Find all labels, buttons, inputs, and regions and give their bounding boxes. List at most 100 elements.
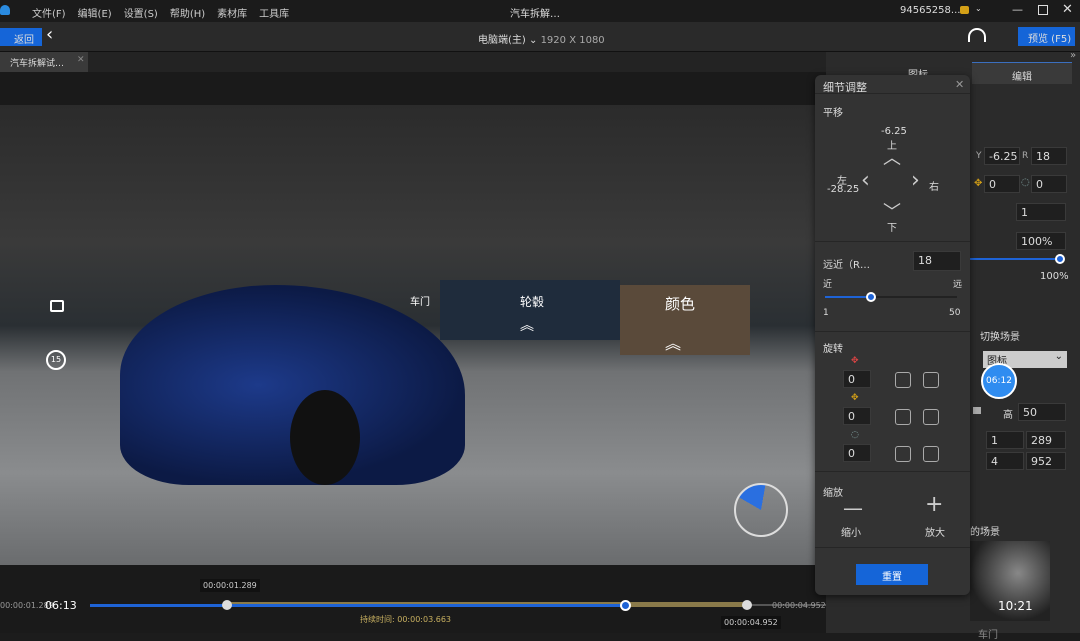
rotate-y-input[interactable]: 0 xyxy=(843,407,871,425)
reset-button[interactable]: 重置 xyxy=(856,564,928,585)
scene-viewport[interactable]: 15 车门 轮毂 ︽ 颜色 ︽ xyxy=(0,72,826,565)
hotspot-wheel[interactable]: 轮毂 xyxy=(520,293,544,310)
timeline: 00:00:01.289 06:13 00:00:01.289 00:00:04… xyxy=(0,565,826,633)
distance-slider-fill xyxy=(825,296,872,298)
row2-b[interactable]: 952 xyxy=(1026,452,1066,470)
tab-document[interactable]: 汽车拆解试… ✕ xyxy=(0,52,88,72)
menu-settings[interactable]: 设置(S) xyxy=(124,5,158,20)
rotate-z-input[interactable]: 0 xyxy=(843,444,871,462)
pan-section: 平移 -6.25 上 ︿ 左 -28.25 ‹ › 右 ﹀ 下 xyxy=(815,93,970,241)
pan-up-button[interactable]: ︿ xyxy=(883,144,901,170)
menu-file[interactable]: 文件(F) xyxy=(32,5,66,20)
timer-badge[interactable]: 06:12 xyxy=(981,363,1017,399)
rotate-y-ccw-button[interactable] xyxy=(895,409,911,425)
menu-tools[interactable]: 工具库 xyxy=(259,5,289,20)
menu-assets[interactable]: 素材库 xyxy=(217,5,247,20)
r-label: R xyxy=(1022,151,1029,161)
y-input[interactable]: -6.25 xyxy=(984,147,1020,165)
reset-section: 重置 xyxy=(815,547,970,595)
account-dropdown-icon[interactable]: ⌄ xyxy=(975,4,982,13)
distance-slider[interactable] xyxy=(825,292,957,302)
pan-left-button[interactable]: ‹ xyxy=(861,168,870,193)
near-label: 近 xyxy=(823,280,833,290)
count-input[interactable]: 1 xyxy=(1016,203,1066,221)
row1-a[interactable]: 1 xyxy=(986,431,1024,449)
back-button[interactable]: 返回 xyxy=(0,28,42,46)
height-input[interactable]: 50 xyxy=(1018,403,1066,421)
window-title: 汽车拆解… xyxy=(510,9,560,20)
detail-adjust-dialog: 细节调整 ✕ 平移 -6.25 上 ︿ 左 -28.25 ‹ › 右 ﹀ 下 远… xyxy=(815,75,970,595)
pan-right-button[interactable]: › xyxy=(911,168,920,193)
menu-edit[interactable]: 编辑(E) xyxy=(78,5,112,20)
rotate-y-cw-button[interactable] xyxy=(923,409,939,425)
document-tabs: 汽车拆解试… ✕ xyxy=(0,52,826,72)
hotspot-color[interactable]: 颜色 xyxy=(665,293,695,314)
tab-edit[interactable]: 编辑 xyxy=(972,62,1072,84)
device-label: 电脑端(主) xyxy=(478,35,526,46)
rotate-x-input[interactable]: 0 xyxy=(843,370,871,388)
opacity-slider[interactable] xyxy=(970,258,1060,260)
title-bar: 文件(F) 编辑(E) 设置(S) 帮助(H) 素材库 工具库 汽车拆解… 94… xyxy=(0,0,1080,22)
minimize-button[interactable]: — xyxy=(1012,3,1023,16)
rotate-z-ccw-button[interactable] xyxy=(895,446,911,462)
distance-input[interactable]: 18 xyxy=(913,251,961,271)
range-start-handle[interactable] xyxy=(222,600,232,610)
opacity-slider-handle[interactable] xyxy=(1055,254,1065,264)
dialog-close-button[interactable]: ✕ xyxy=(955,78,964,91)
rot-input-2[interactable]: 0 xyxy=(1031,175,1067,193)
hotspot-door[interactable]: 车门 xyxy=(410,293,430,308)
down-label: 下 xyxy=(887,223,897,234)
distance-slider-handle[interactable] xyxy=(866,292,877,302)
range-end-handle[interactable] xyxy=(742,600,752,610)
vip-badge-icon xyxy=(960,6,969,14)
scene-label: 的场景 xyxy=(970,527,1000,538)
device-select[interactable]: 电脑端(主) ⌄ 1920 X 1080 xyxy=(478,31,605,46)
opacity-input[interactable]: 100% xyxy=(1016,232,1066,250)
preview-button[interactable]: 预览 (F5) xyxy=(1018,27,1075,46)
far-label: 远 xyxy=(953,280,963,290)
collapse-panel-icon[interactable]: » xyxy=(1070,50,1076,61)
pan-label: 平移 xyxy=(823,108,843,119)
playhead-handle[interactable] xyxy=(620,600,631,611)
account-id[interactable]: 94565258... xyxy=(900,5,960,16)
rotate-x-cw-button[interactable] xyxy=(923,372,939,388)
rotate-label: 旋转 xyxy=(823,344,843,355)
row2-a[interactable]: 4 xyxy=(986,452,1024,470)
distance-max: 50 xyxy=(949,308,961,318)
maximize-button[interactable] xyxy=(1038,5,1048,15)
menu-help[interactable]: 帮助(H) xyxy=(170,5,205,20)
rot-input-1[interactable]: 0 xyxy=(984,175,1020,193)
distance-section: 远近（R… 18 近 远 1 50 xyxy=(815,241,970,331)
zoom-out-button[interactable]: — xyxy=(843,496,863,520)
zoom-in-button[interactable]: + xyxy=(925,492,943,517)
rotate-x-ccw-button[interactable] xyxy=(895,372,911,388)
radar-compass[interactable] xyxy=(734,483,788,537)
rotate-axis-icon: ✥ xyxy=(974,178,983,189)
headphones-icon[interactable] xyxy=(968,28,986,42)
timeline-progress xyxy=(90,604,625,607)
zoom-in-label: 放大 xyxy=(925,528,945,539)
close-button[interactable]: ✕ xyxy=(1062,2,1073,17)
rotate-z-cw-button[interactable] xyxy=(923,446,939,462)
hotspot-arrow-icon[interactable]: ︽ xyxy=(520,315,534,335)
lock-icon[interactable] xyxy=(50,300,64,312)
rotate-z-icon: ◌ xyxy=(851,430,859,440)
chevron-left-icon[interactable]: ‹ xyxy=(46,24,53,45)
r-input[interactable]: 18 xyxy=(1031,147,1067,165)
right-label: 右 xyxy=(929,182,939,193)
rotate-section: 旋转 ✥ 0 ✥ 0 ◌ 0 xyxy=(815,331,970,471)
row1-b[interactable]: 289 xyxy=(1026,431,1066,449)
rotate-y-icon: ✥ xyxy=(851,393,859,403)
opacity-value: 100% xyxy=(1040,271,1069,282)
lock-ratio-icon[interactable] xyxy=(973,407,981,414)
menu-bar: 文件(F) 编辑(E) 设置(S) 帮助(H) 素材库 工具库 xyxy=(32,5,289,20)
zoom-label: 缩放 xyxy=(823,488,843,499)
rotate-icon[interactable]: 15 xyxy=(46,350,66,370)
toolbar: 返回 ‹ 电脑端(主) ⌄ 1920 X 1080 预览 (F5) xyxy=(0,22,1080,52)
hotspot-arrow-icon[interactable]: ︽ xyxy=(665,330,681,354)
panorama-scene[interactable]: 15 车门 轮毂 ︽ 颜色 ︽ xyxy=(0,105,826,565)
duration-value: 00:00:03.663 xyxy=(397,615,451,624)
tab-close-icon[interactable]: ✕ xyxy=(77,55,85,65)
distance-min: 1 xyxy=(823,308,829,318)
switch-scene-label: 切换场景 xyxy=(980,332,1020,343)
